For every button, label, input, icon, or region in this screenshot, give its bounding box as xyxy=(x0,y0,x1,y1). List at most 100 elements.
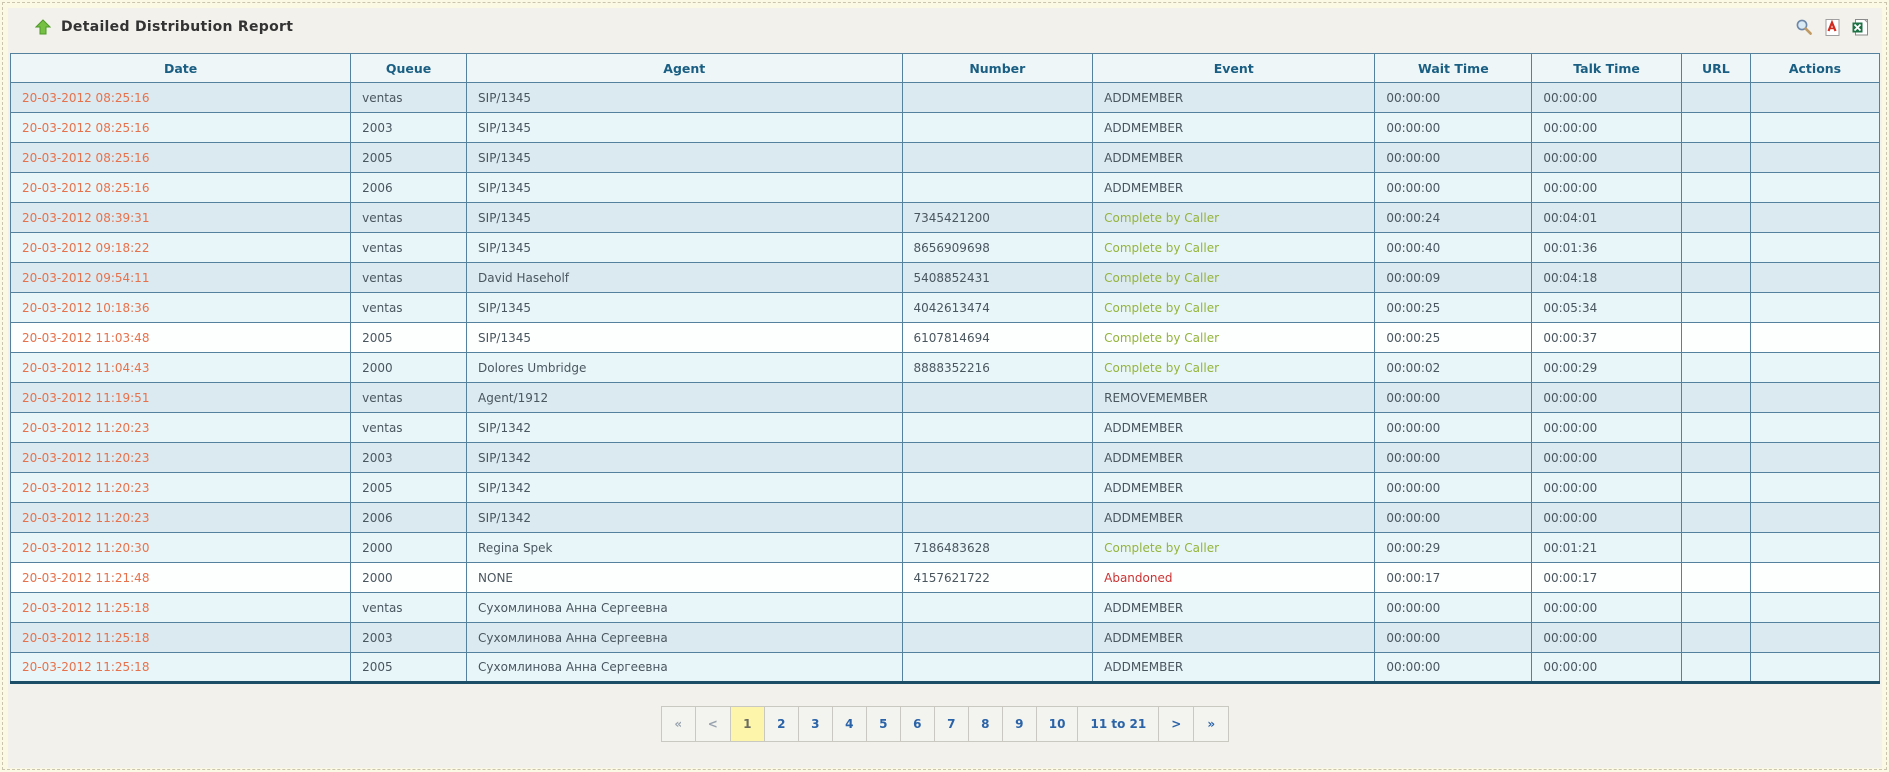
cell-event: Complete by Caller xyxy=(1092,322,1376,353)
page-button[interactable]: 8 xyxy=(968,707,1003,741)
cell-talk: 00:00:00 xyxy=(1531,172,1682,203)
cell-queue: 2005 xyxy=(350,652,468,683)
cell-wait: 00:00:00 xyxy=(1374,652,1533,683)
cell-actions xyxy=(1749,322,1881,353)
cell-url xyxy=(1680,532,1751,563)
cell-queue: ventas xyxy=(350,592,468,623)
page-button[interactable]: 6 xyxy=(900,707,935,741)
cell-talk: 00:00:29 xyxy=(1531,352,1682,383)
page-button[interactable]: 7 xyxy=(934,707,969,741)
cell-talk: 00:04:01 xyxy=(1531,202,1682,233)
cell-talk: 00:00:00 xyxy=(1531,472,1682,503)
cell-talk: 00:00:00 xyxy=(1531,442,1682,473)
table-row: 20-03-2012 11:20:30 2000 Regina Spek 718648… xyxy=(9,532,1881,563)
cell-url xyxy=(1680,82,1751,113)
cell-number: 5408852431 xyxy=(901,262,1094,293)
cell-wait: 00:00:00 xyxy=(1374,442,1533,473)
table-row: 20-03-2012 11:20:23 2005 SIP/1342 ADDMEMBER… xyxy=(9,472,1881,503)
table-row: 20-03-2012 11:25:18 2005 Сухомлинова Анна … xyxy=(9,652,1881,683)
cell-url xyxy=(1680,412,1751,443)
page-button[interactable]: 4 xyxy=(832,707,867,741)
page-button[interactable]: « xyxy=(661,707,696,741)
cell-talk: 00:00:17 xyxy=(1531,562,1682,593)
cell-event: Complete by Caller xyxy=(1092,352,1376,383)
page-button[interactable]: > xyxy=(1159,707,1195,741)
cell-number xyxy=(901,172,1094,203)
cell-date: 20-03-2012 11:25:18 xyxy=(9,622,352,653)
cell-number xyxy=(901,502,1094,533)
cell-wait: 00:00:00 xyxy=(1374,592,1533,623)
cell-talk: 00:00:00 xyxy=(1531,412,1682,443)
cell-event: ADDMEMBER xyxy=(1092,142,1376,173)
cell-talk: 00:00:00 xyxy=(1531,622,1682,653)
page-button[interactable]: » xyxy=(1194,707,1229,741)
column-header-number: Number xyxy=(901,53,1094,83)
cell-actions xyxy=(1749,352,1881,383)
page-button[interactable]: < xyxy=(695,707,731,741)
cell-agent: Сухомлинова Анна Сергеевна xyxy=(466,652,903,683)
cell-actions xyxy=(1749,622,1881,653)
cell-date: 20-03-2012 09:18:22 xyxy=(9,232,352,263)
cell-agent: SIP/1345 xyxy=(466,82,903,113)
cell-queue: ventas xyxy=(350,262,468,293)
cell-actions xyxy=(1749,112,1881,143)
cell-queue: 2003 xyxy=(350,442,468,473)
table-row: 20-03-2012 11:20:23 2003 SIP/1342 ADDMEMBER… xyxy=(9,442,1881,473)
cell-date: 20-03-2012 11:03:48 xyxy=(9,322,352,353)
cell-url xyxy=(1680,622,1751,653)
table-row: 20-03-2012 11:25:18 ventas Сухомлинова Анн… xyxy=(9,592,1881,623)
column-header-date: Date xyxy=(9,53,352,83)
cell-agent: SIP/1345 xyxy=(466,142,903,173)
cell-queue: 2005 xyxy=(350,142,468,173)
cell-event: ADDMEMBER xyxy=(1092,112,1376,143)
page-button[interactable]: 3 xyxy=(798,707,833,741)
table-row: 20-03-2012 09:54:11 ventas David Haseholf 5… xyxy=(9,262,1881,293)
excel-export-icon[interactable] xyxy=(1851,18,1870,37)
table-row: 20-03-2012 08:25:16 2005 SIP/1345 ADDMEMBER… xyxy=(9,142,1881,173)
cell-actions xyxy=(1749,292,1881,323)
pagination-area: «<1 2 3 4 5 6 7 8 9 10 11 to 21 >» xyxy=(8,706,1882,742)
report-panel: Detailed Distribution Report Date Queue … xyxy=(8,8,1882,768)
cell-talk: 00:00:37 xyxy=(1531,322,1682,353)
table-row: 20-03-2012 08:25:16 ventas SIP/1345 ADDMEMB… xyxy=(9,82,1881,113)
cell-agent: Dolores Umbridge xyxy=(466,352,903,383)
cell-date: 20-03-2012 11:20:23 xyxy=(9,412,352,443)
cell-wait: 00:00:25 xyxy=(1374,322,1533,353)
cell-date: 20-03-2012 08:25:16 xyxy=(9,142,352,173)
page-button[interactable]: 2 xyxy=(764,707,799,741)
table-row: 20-03-2012 11:21:48 2000 NONE 4157621722 Aba… xyxy=(9,562,1881,593)
column-header-queue: Queue xyxy=(350,53,468,83)
cell-date: 20-03-2012 11:20:23 xyxy=(9,442,352,473)
cell-wait: 00:00:00 xyxy=(1374,622,1533,653)
pdf-export-icon[interactable] xyxy=(1823,18,1842,37)
cell-talk: 00:00:00 xyxy=(1531,112,1682,143)
cell-wait: 00:00:29 xyxy=(1374,532,1533,563)
page-current[interactable]: 1 xyxy=(730,707,765,741)
cell-wait: 00:00:25 xyxy=(1374,292,1533,323)
cell-date: 20-03-2012 08:25:16 xyxy=(9,172,352,203)
distribution-report-table: Date Queue Agent Number Event Wait Time Talk T… xyxy=(9,53,1881,684)
cell-wait: 00:00:00 xyxy=(1374,112,1533,143)
page-button[interactable]: 10 xyxy=(1036,707,1079,741)
column-header-actions: Actions xyxy=(1749,53,1881,83)
cell-agent: David Haseholf xyxy=(466,262,903,293)
cell-queue: 2000 xyxy=(350,532,468,563)
cell-event: ADDMEMBER xyxy=(1092,622,1376,653)
cell-number: 7186483628 xyxy=(901,532,1094,563)
cell-date: 20-03-2012 09:54:11 xyxy=(9,262,352,293)
cell-number xyxy=(901,412,1094,443)
table-row: 20-03-2012 08:25:16 2003 SIP/1345 ADDMEMBER… xyxy=(9,112,1881,143)
cell-agent: SIP/1342 xyxy=(466,502,903,533)
search-icon[interactable] xyxy=(1795,18,1814,37)
page-button[interactable]: 9 xyxy=(1002,707,1037,741)
cell-queue: 2005 xyxy=(350,472,468,503)
cell-agent: NONE xyxy=(466,562,903,593)
column-header-wait-time: Wait Time xyxy=(1374,53,1533,83)
column-header-talk-time: Talk Time xyxy=(1531,53,1682,83)
cell-event: Complete by Caller xyxy=(1092,292,1376,323)
cell-wait: 00:00:00 xyxy=(1374,382,1533,413)
cell-event: ADDMEMBER xyxy=(1092,172,1376,203)
page-button[interactable]: 5 xyxy=(866,707,901,741)
page-button[interactable]: 11 to 21 xyxy=(1078,707,1160,741)
cell-agent: SIP/1345 xyxy=(466,292,903,323)
